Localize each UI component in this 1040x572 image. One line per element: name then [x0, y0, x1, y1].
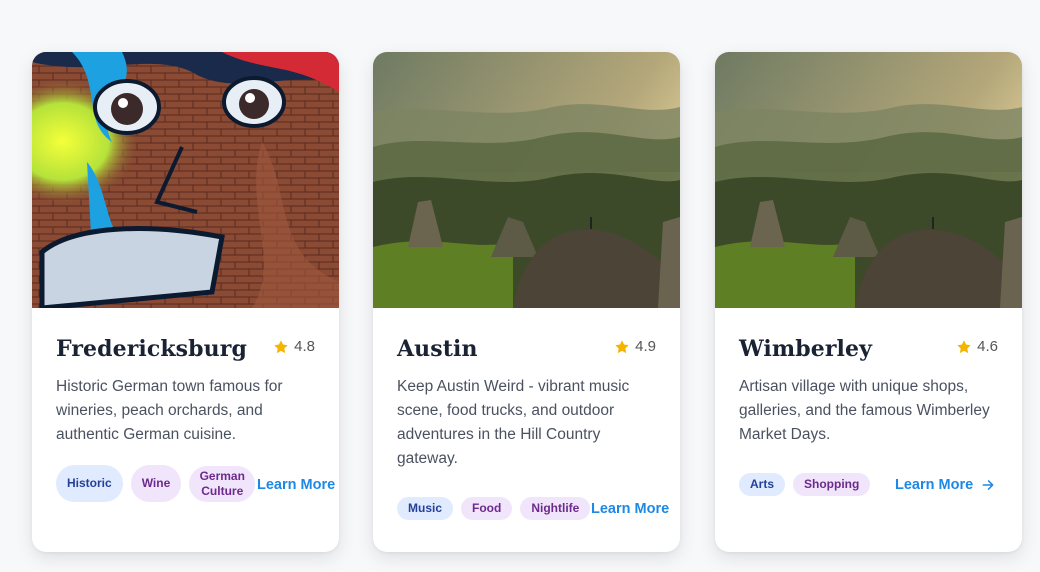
card-title: Wimberley — [739, 336, 872, 362]
destination-card-austin: Austin 4.9 Keep Austin Weird - vibrant m… — [373, 52, 680, 552]
landscape-image — [373, 52, 680, 308]
card-description: Historic German town famous for wineries… — [56, 378, 283, 443]
rating: 4.6 — [956, 338, 998, 355]
card-description: Artisan village with unique shops, galle… — [739, 378, 990, 443]
rating-value: 4.6 — [977, 338, 998, 355]
arrow-right-icon — [982, 480, 994, 490]
rating-value: 4.9 — [635, 338, 656, 355]
rating: 4.8 — [273, 338, 315, 355]
learn-more-label: Learn More — [591, 501, 670, 517]
star-icon — [615, 339, 629, 353]
star-icon — [274, 339, 288, 353]
tag-arts: Arts — [739, 473, 786, 496]
rating: 4.9 — [614, 338, 656, 355]
tag-german-culture: German Culture — [189, 465, 256, 502]
card-description: Keep Austin Weird - vibrant music scene,… — [397, 378, 630, 467]
learn-more-label: Learn More — [257, 477, 336, 493]
card-title: Austin — [397, 336, 478, 362]
destination-card-fredericksburg: Fredericksburg 4.8 Historic German town … — [32, 52, 339, 552]
tag-list: Music Food Nightlife — [397, 497, 591, 520]
landscape-image — [715, 52, 1022, 308]
learn-more-link[interactable]: Learn More — [591, 501, 669, 517]
star-icon — [957, 339, 971, 353]
tag-wine: Wine — [130, 465, 182, 502]
learn-more-label: Learn More — [895, 477, 974, 493]
tag-nightlife: Nightlife — [520, 497, 591, 520]
tag-shopping: Shopping — [793, 473, 871, 496]
card-title: Fredericksburg — [56, 336, 247, 362]
learn-more-link[interactable]: Learn More — [257, 477, 335, 493]
tag-list: Arts Shopping — [739, 473, 871, 496]
learn-more-link[interactable]: Learn More — [895, 477, 995, 493]
tag-music: Music — [397, 497, 454, 520]
destination-card-wimberley: Wimberley 4.6 Artisan village with uniqu… — [715, 52, 1022, 552]
rating-value: 4.8 — [294, 338, 315, 355]
tag-food: Food — [461, 497, 513, 520]
tag-list: Historic Wine German Culture — [56, 465, 256, 502]
graffiti-image — [32, 52, 339, 308]
tag-historic: Historic — [56, 465, 123, 502]
